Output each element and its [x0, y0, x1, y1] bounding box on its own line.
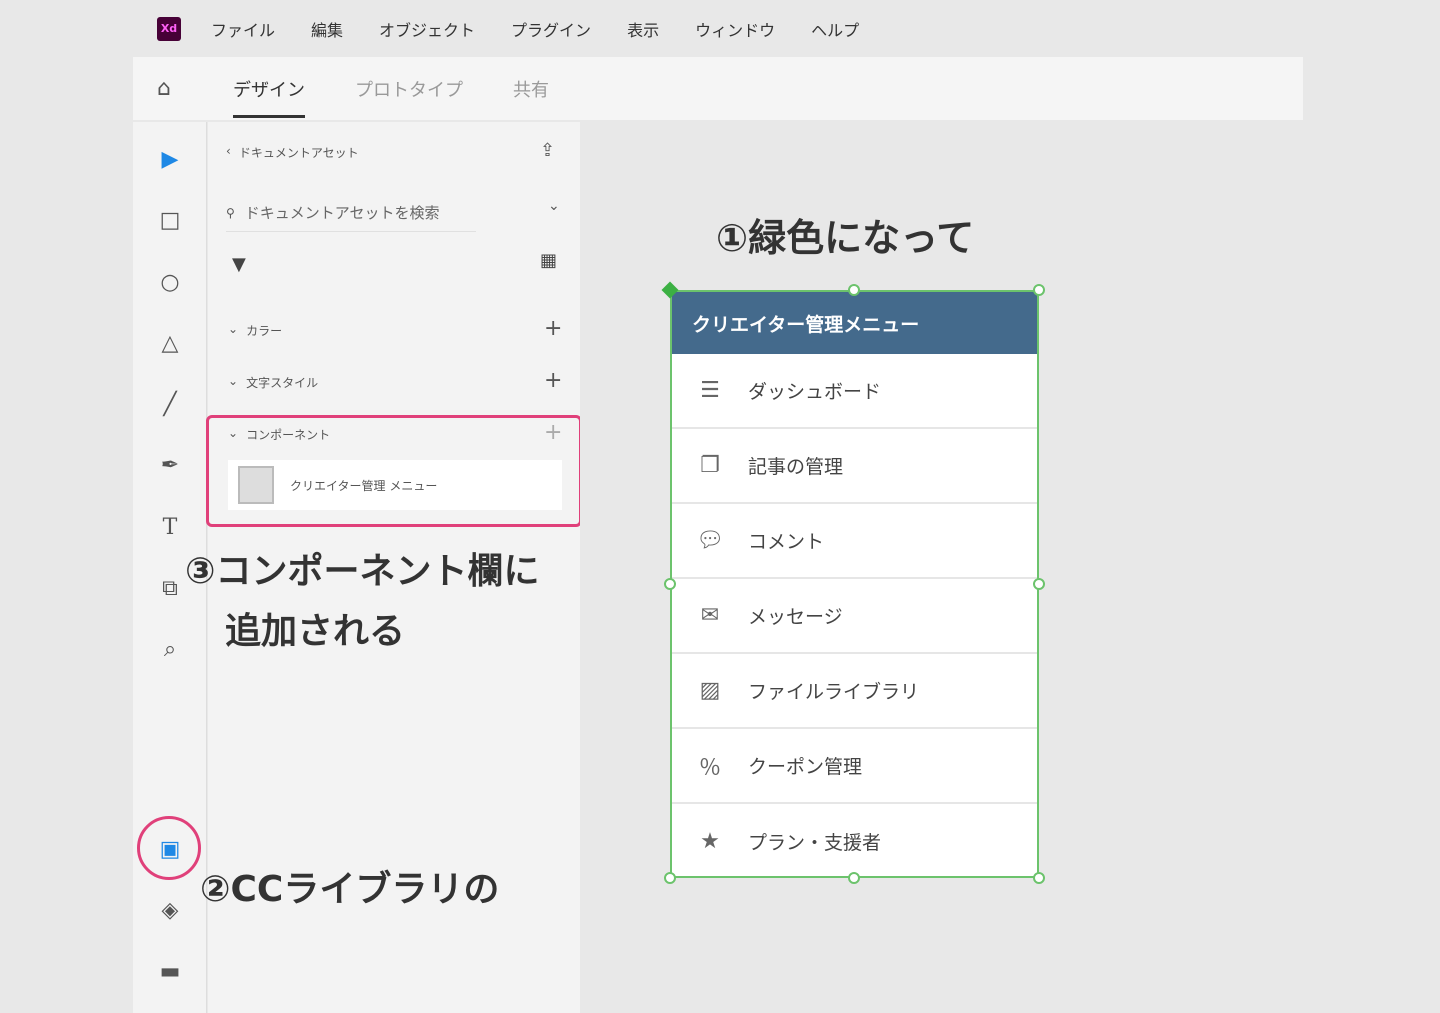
- tab-prototype[interactable]: プロトタイプ: [355, 57, 463, 120]
- menu-row[interactable]: ❐ 記事の管理: [672, 429, 1037, 504]
- components-highlight: [206, 415, 582, 527]
- menu-view[interactable]: 表示: [627, 17, 659, 41]
- search-icon: ⚲: [226, 205, 235, 220]
- menu-file[interactable]: ファイル: [211, 17, 275, 41]
- libraries-highlight: [137, 816, 201, 880]
- coupon-icon: ％: [698, 755, 721, 781]
- text-tool-icon[interactable]: T: [155, 512, 185, 542]
- menu-row[interactable]: ▨ ファイルライブラリ: [672, 654, 1037, 729]
- tab-design[interactable]: デザイン: [233, 57, 305, 120]
- annotation-2: ②CCライブラリの: [200, 869, 500, 910]
- menu-row[interactable]: 💬︎ コメント: [672, 504, 1037, 579]
- mail-icon: ✉: [700, 603, 720, 628]
- search-input[interactable]: ⚲ ドキュメントアセットを検索: [226, 194, 476, 232]
- annotation-1: ①緑色になって: [716, 216, 975, 260]
- menubar: Xd ファイル 編集 オブジェクト プラグイン 表示 ウィンドウ ヘルプ: [133, 0, 1303, 57]
- resize-handle[interactable]: [664, 872, 676, 884]
- zoom-tool-icon[interactable]: ⌕: [155, 634, 185, 664]
- tab-share[interactable]: 共有: [513, 57, 549, 120]
- menu-window[interactable]: ウィンドウ: [695, 17, 775, 41]
- add-color-button[interactable]: +: [544, 316, 562, 341]
- row-label: プラン・支援者: [748, 832, 882, 854]
- line-tool-icon[interactable]: ╱: [155, 389, 185, 419]
- row-label: ファイルライブラリ: [748, 681, 920, 703]
- resize-handle[interactable]: [1033, 872, 1045, 884]
- chevron-down-icon[interactable]: ⌄: [228, 374, 238, 391]
- tab-bar: ⌂ デザイン プロトタイプ 共有: [133, 57, 1303, 120]
- annotation-3b: 追加される: [225, 611, 406, 652]
- row-label: コメント: [748, 531, 825, 553]
- annotation-3: ③コンポーネント欄に: [185, 551, 540, 592]
- menu-object[interactable]: オブジェクト: [379, 17, 475, 41]
- row-label: ダッシュボード: [748, 381, 882, 403]
- back-chevron-icon[interactable]: ‹: [226, 144, 231, 161]
- add-text-style-button[interactable]: +: [544, 368, 562, 393]
- comment-icon: 💬︎: [696, 528, 724, 553]
- share-icon[interactable]: ⇪: [540, 140, 555, 161]
- resize-handle[interactable]: [1033, 578, 1045, 590]
- menu-row[interactable]: ％ クーポン管理: [672, 729, 1037, 804]
- filter-icon[interactable]: ▼: [232, 254, 246, 275]
- select-tool-icon[interactable]: ▶: [155, 144, 185, 174]
- ellipse-tool-icon[interactable]: ○: [155, 267, 185, 297]
- menu-help[interactable]: ヘルプ: [811, 17, 859, 41]
- menu-edit[interactable]: 編集: [311, 17, 343, 41]
- documents-icon: ❐: [700, 453, 720, 478]
- menu-row[interactable]: ✉ メッセージ: [672, 579, 1037, 654]
- assets-back-label[interactable]: ドキュメントアセット: [239, 144, 359, 161]
- menu-row[interactable]: ★ プラン・支援者: [672, 804, 1037, 879]
- card-title: クリエイター管理メニュー: [672, 292, 1037, 354]
- chevron-down-icon[interactable]: ⌄: [228, 322, 238, 339]
- xd-logo: Xd: [157, 16, 181, 41]
- menu-row[interactable]: ☰ ダッシュボード: [672, 354, 1037, 429]
- pen-tool-icon[interactable]: ✒: [155, 450, 185, 480]
- menu-plugin[interactable]: プラグイン: [511, 17, 591, 41]
- resize-handle[interactable]: [848, 284, 860, 296]
- grid-view-icon[interactable]: ▦: [540, 250, 557, 271]
- section-text-styles[interactable]: 文字スタイル: [246, 374, 318, 391]
- resize-handle[interactable]: [664, 578, 676, 590]
- layers-icon[interactable]: ◈: [155, 895, 185, 925]
- resize-handle[interactable]: [848, 872, 860, 884]
- home-icon[interactable]: ⌂: [157, 76, 183, 101]
- plugins-icon[interactable]: ▬: [155, 956, 185, 986]
- artboard-tool-icon[interactable]: ⧉: [155, 573, 185, 603]
- rectangle-tool-icon[interactable]: □: [155, 205, 185, 235]
- creator-menu-component[interactable]: クリエイター管理メニュー ☰ ダッシュボード ❐ 記事の管理 💬︎ コメント ✉ メッセ…: [670, 290, 1039, 878]
- list-icon: ☰: [700, 378, 720, 403]
- section-colors[interactable]: カラー: [246, 322, 282, 339]
- polygon-tool-icon[interactable]: △: [155, 328, 185, 358]
- bookmark-star-icon: ★: [700, 829, 720, 854]
- row-label: 記事の管理: [748, 456, 844, 478]
- chevron-down-icon[interactable]: ⌄: [548, 198, 560, 214]
- row-label: メッセージ: [748, 606, 843, 628]
- row-label: クーポン管理: [748, 756, 863, 778]
- resize-handle[interactable]: [1033, 284, 1045, 296]
- image-icon: ▨: [699, 678, 721, 703]
- search-placeholder: ドキュメントアセットを検索: [244, 204, 440, 222]
